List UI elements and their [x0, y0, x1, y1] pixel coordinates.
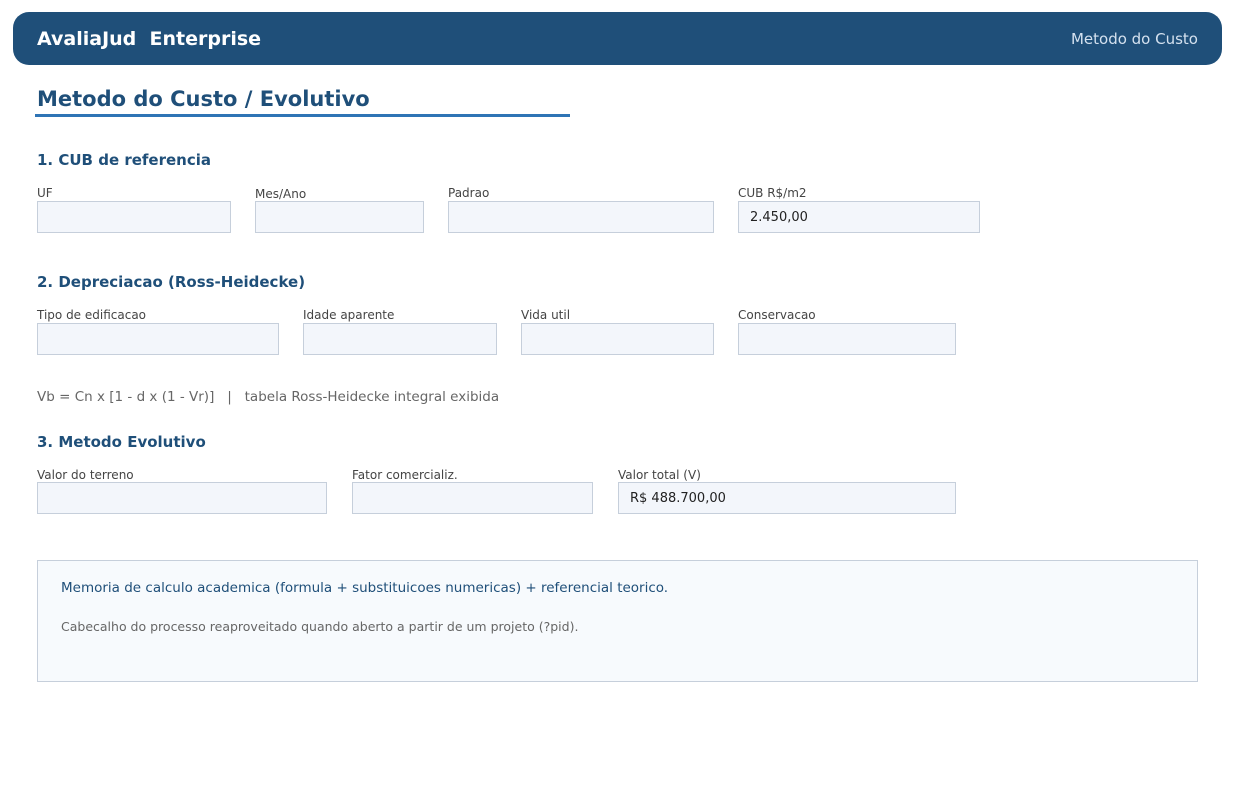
- uf-input[interactable]: [37, 201, 231, 233]
- mes-ano-label: Mes/Ano: [255, 187, 307, 201]
- valor-terreno-input[interactable]: [37, 482, 327, 514]
- mes-ano-input[interactable]: [255, 201, 424, 233]
- tipo-edificacao-label: Tipo de edificacao: [37, 308, 147, 322]
- valor-total-label: Valor total (V): [618, 468, 701, 482]
- cub-valor-input[interactable]: [738, 201, 980, 233]
- padrao-label: Padrao: [448, 186, 490, 200]
- uf-label: UF: [37, 186, 53, 200]
- section-heading-cub: 1. CUB de referencia: [37, 151, 212, 169]
- conservacao-label: Conservacao: [738, 308, 816, 322]
- app-title: AvaliaJud Enterprise: [37, 28, 262, 50]
- idade-aparente-label: Idade aparente: [303, 308, 395, 322]
- ross-heidecke-formula: Vb = Cn x [1 - d x (1 - Vr)] | tabela Ro…: [37, 389, 500, 405]
- module-label: Metodo do Custo: [1070, 30, 1198, 48]
- tipo-edificacao-input[interactable]: [37, 323, 279, 355]
- fator-comercializacao-input[interactable]: [352, 482, 593, 514]
- info-secondary-text: Cabecalho do processo reaproveitado quan…: [61, 619, 579, 634]
- vida-util-label: Vida util: [521, 308, 571, 322]
- conservacao-input[interactable]: [738, 323, 956, 355]
- section-heading-evolutivo: 3. Metodo Evolutivo: [37, 433, 206, 451]
- valor-total-input[interactable]: [618, 482, 956, 514]
- page-title: Metodo do Custo / Evolutivo: [37, 87, 370, 111]
- title-underline: [35, 114, 570, 117]
- vida-util-input[interactable]: [521, 323, 714, 355]
- info-box: Memoria de calculo academica (formula + …: [37, 560, 1198, 682]
- padrao-input[interactable]: [448, 201, 714, 233]
- cub-valor-label: CUB R$/m2: [738, 186, 807, 200]
- section-heading-depreciacao: 2. Depreciacao (Ross-Heidecke): [37, 273, 306, 291]
- fator-comercializacao-label: Fator comercializ.: [352, 468, 458, 482]
- app-header: AvaliaJud Enterprise Metodo do Custo: [13, 12, 1222, 65]
- info-primary-text: Memoria de calculo academica (formula + …: [61, 580, 669, 596]
- idade-aparente-input[interactable]: [303, 323, 497, 355]
- valor-terreno-label: Valor do terreno: [37, 468, 134, 482]
